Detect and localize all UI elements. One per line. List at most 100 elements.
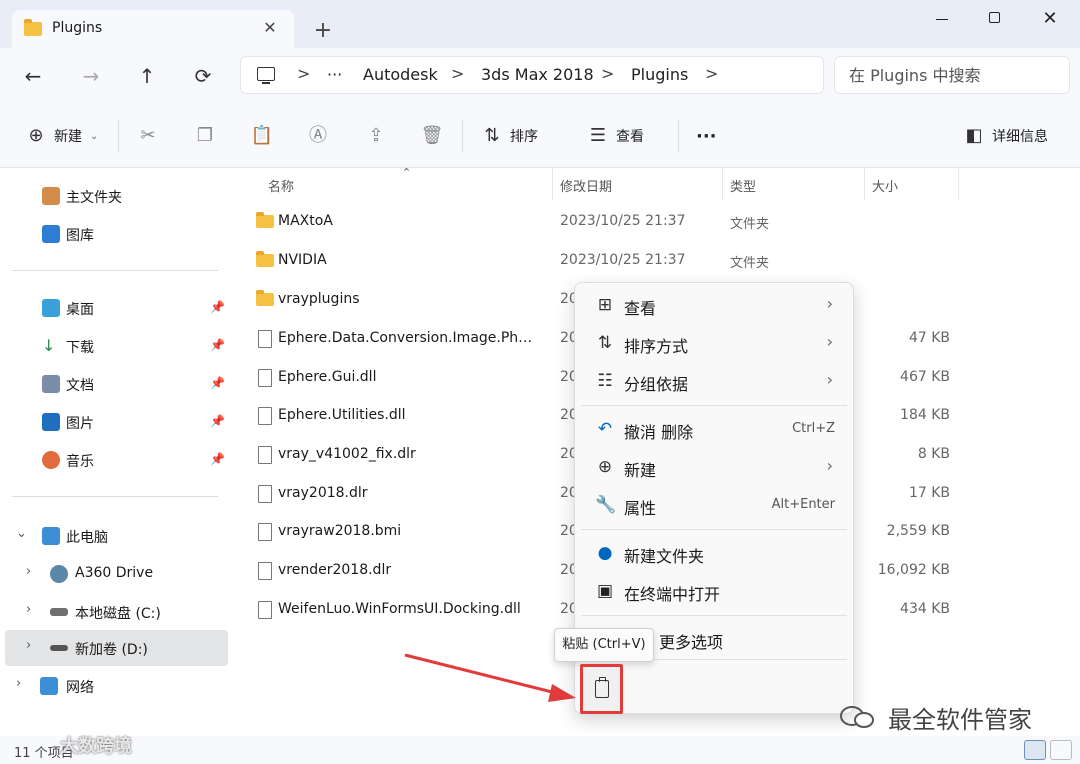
sidebar-item-documents[interactable]: 文档 📌 — [0, 366, 228, 402]
pin-icon[interactable]: 📌 — [210, 452, 225, 466]
file-name: vray2018.dlr — [278, 485, 368, 501]
column-divider[interactable] — [958, 168, 959, 200]
sidebar-item-local-disk-c[interactable]: › 本地磁盘 (C:) — [0, 594, 228, 630]
dll-file-icon — [258, 601, 272, 619]
sidebar-item-desktop[interactable]: 桌面 📌 — [0, 290, 228, 326]
tiles-view-button[interactable] — [1050, 740, 1072, 760]
gallery-icon — [42, 225, 60, 243]
pin-icon[interactable]: 📌 — [210, 338, 225, 352]
tab-title: Plugins — [52, 20, 103, 36]
file-size: 17 KB — [908, 485, 950, 501]
sidebar-divider — [12, 496, 218, 497]
documents-icon — [42, 375, 60, 393]
menu-item-properties[interactable]: 🔧 属性 Alt+Enter — [581, 487, 847, 523]
search-input[interactable] — [849, 64, 1059, 86]
new-button[interactable]: 新建 — [54, 124, 82, 150]
sidebar-item-a360-drive[interactable]: › A360 Drive — [0, 556, 228, 592]
breadcrumb-autodesk[interactable]: Autodesk — [363, 65, 438, 84]
chevron-right-icon[interactable]: › — [26, 564, 31, 579]
sidebar-item-label: 此电脑 — [66, 530, 108, 546]
folder-icon — [256, 290, 274, 306]
menu-item-open-in-terminal[interactable]: ▣ 在终端中打开 — [581, 573, 847, 609]
pin-icon[interactable]: 📌 — [210, 300, 225, 314]
network-icon — [40, 677, 58, 695]
sidebar-item-label: 网络 — [66, 680, 94, 696]
copy-icon[interactable]: ❐ — [193, 124, 217, 148]
address-bar[interactable]: > ··· Autodesk > 3ds Max 2018 > Plugins … — [240, 56, 824, 94]
pin-icon[interactable]: 📌 — [210, 376, 225, 390]
back-button[interactable]: ← — [18, 62, 48, 90]
refresh-button[interactable]: ⟳ — [188, 62, 218, 90]
watermark-text: 最全软件管家 — [888, 706, 1032, 734]
menu-item-label: 撤消 删除 — [624, 423, 694, 442]
chevron-down-icon[interactable]: ⌄ — [16, 526, 27, 541]
view-button[interactable]: 查看 — [616, 124, 644, 150]
rename-icon[interactable]: Ⓐ — [306, 124, 330, 148]
column-header-date[interactable]: 修改日期 — [560, 176, 612, 195]
paste-icon[interactable]: 📋 — [250, 124, 274, 148]
details-view-button[interactable] — [1024, 740, 1046, 760]
sidebar-item-downloads[interactable]: ↓ 下载 📌 — [0, 328, 228, 364]
sidebar-item-music[interactable]: 音乐 📌 — [0, 442, 228, 478]
file-name: MAXtoA — [278, 213, 333, 229]
sidebar-item-this-pc[interactable]: ⌄ 此电脑 — [0, 518, 228, 554]
file-size: 47 KB — [908, 330, 950, 346]
maximize-button[interactable] — [975, 6, 1015, 32]
breadcrumb-3dsmax[interactable]: 3ds Max 2018 — [481, 65, 594, 84]
file-name: Ephere.Data.Conversion.Image.Phot... — [278, 330, 538, 346]
desktop-icon — [42, 299, 60, 317]
new-tab-button[interactable]: + — [310, 18, 336, 44]
delete-icon[interactable]: 🗑 — [420, 124, 444, 148]
menu-item-new-folder[interactable]: ● 新建文件夹 — [581, 535, 847, 571]
column-divider[interactable] — [864, 168, 865, 200]
tab-plugins[interactable]: Plugins ✕ — [12, 10, 294, 50]
pin-icon[interactable]: 📌 — [210, 414, 225, 428]
forward-button[interactable]: → — [76, 62, 106, 90]
column-divider[interactable] — [552, 168, 553, 200]
file-name: Ephere.Utilities.dll — [278, 407, 406, 423]
menu-item-undo-delete[interactable]: ↶ 撤消 删除 Ctrl+Z — [581, 411, 847, 447]
sidebar-item-gallery[interactable]: 图库 — [0, 216, 228, 252]
sidebar-item-network[interactable]: › 网络 — [0, 668, 228, 704]
breadcrumb-overflow[interactable]: ··· — [327, 65, 342, 84]
more-button[interactable]: ··· — [696, 124, 717, 150]
column-header-size[interactable]: 大小 — [872, 176, 898, 195]
chevron-right-icon: › — [826, 294, 833, 313]
sidebar-item-label: 图片 — [66, 416, 94, 432]
column-divider[interactable] — [722, 168, 723, 200]
file-row[interactable]: MAXtoA 2023/10/25 21:37 文件夹 — [230, 204, 1080, 242]
chevron-right-icon[interactable]: › — [16, 676, 21, 691]
sidebar-item-pictures[interactable]: 图片 📌 — [0, 404, 228, 440]
sidebar-item-label: 文档 — [66, 378, 94, 394]
column-header-name[interactable]: 名称 — [268, 176, 294, 195]
menu-item-sort-by[interactable]: ⇅ 排序方式 › — [581, 325, 847, 361]
grid-icon: ⊞ — [597, 295, 613, 315]
file-type: 文件夹 — [730, 217, 770, 232]
menu-item-group-by[interactable]: ☷ 分组依据 › — [581, 363, 847, 399]
breadcrumb-separator: > — [451, 64, 465, 83]
sort-button[interactable]: 排序 — [510, 124, 538, 150]
folder-icon — [256, 212, 274, 228]
file-row[interactable]: NVIDIA 2023/10/25 21:37 文件夹 — [230, 243, 1080, 281]
close-window-button[interactable]: ✕ — [1030, 6, 1070, 32]
search-box[interactable] — [834, 56, 1070, 94]
minimize-button[interactable] — [922, 6, 962, 32]
share-icon[interactable]: ⇪ — [364, 124, 388, 148]
file-name: vray_v41002_fix.dlr — [278, 446, 416, 462]
menu-item-view[interactable]: ⊞ 查看 › — [581, 287, 847, 323]
chevron-right-icon[interactable]: › — [26, 638, 31, 653]
breadcrumb-plugins[interactable]: Plugins — [631, 65, 688, 84]
menu-item-new[interactable]: ⊕ 新建 › — [581, 449, 847, 485]
column-header-type[interactable]: 类型 — [730, 176, 756, 195]
tab-close-button[interactable]: ✕ — [260, 18, 280, 38]
details-button[interactable]: 详细信息 — [992, 124, 1048, 150]
chevron-right-icon[interactable]: › — [26, 602, 31, 617]
sidebar-item-home[interactable]: 主文件夹 — [0, 178, 228, 214]
sidebar-item-new-volume-d[interactable]: › 新加卷 (D:) — [5, 630, 228, 666]
music-icon — [42, 451, 60, 469]
sidebar-item-label: 图库 — [66, 228, 94, 244]
cut-icon[interactable]: ✂ — [136, 124, 160, 148]
up-button[interactable]: ↑ — [132, 62, 162, 90]
menu-item-label: 新建文件夹 — [624, 547, 705, 566]
menu-separator — [581, 529, 847, 530]
